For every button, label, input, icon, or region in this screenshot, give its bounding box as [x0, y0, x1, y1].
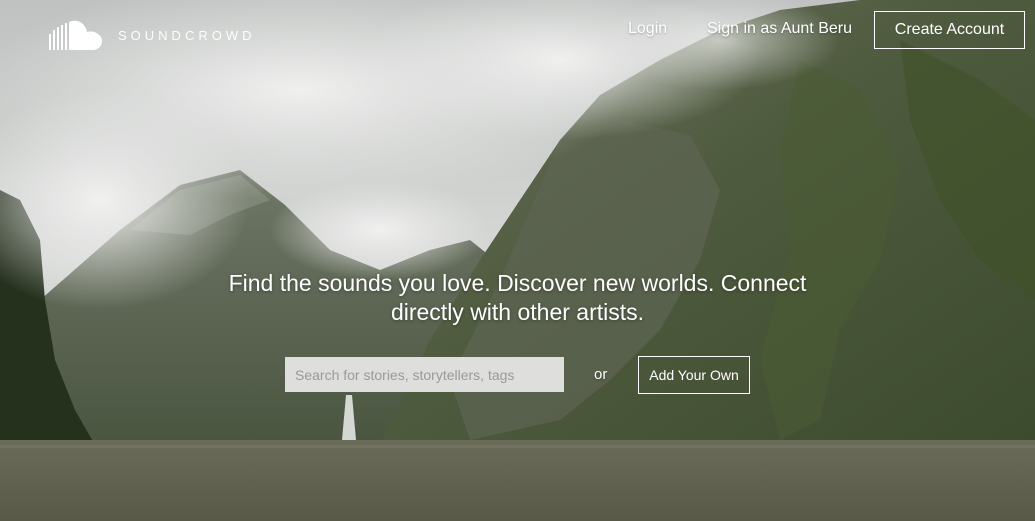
create-account-button[interactable]: Create Account — [874, 11, 1025, 49]
search-input[interactable] — [285, 357, 564, 392]
brand-logo[interactable]: SOUNDCROWD — [49, 20, 256, 50]
top-navigation: SOUNDCROWD Login Sign in as Aunt Beru Cr… — [0, 0, 1035, 60]
login-link[interactable]: Login — [628, 20, 667, 38]
hero-tagline: Find the sounds you love. Discover new w… — [228, 270, 807, 325]
or-separator: or — [594, 366, 608, 383]
hero-background — [0, 0, 1035, 521]
brand-name: SOUNDCROWD — [118, 27, 256, 43]
cloud-logo-icon — [49, 20, 102, 50]
add-your-own-button[interactable]: Add Your Own — [638, 356, 750, 394]
fjord-landscape-image — [0, 0, 1035, 521]
sign-in-as-link[interactable]: Sign in as Aunt Beru — [707, 20, 852, 38]
